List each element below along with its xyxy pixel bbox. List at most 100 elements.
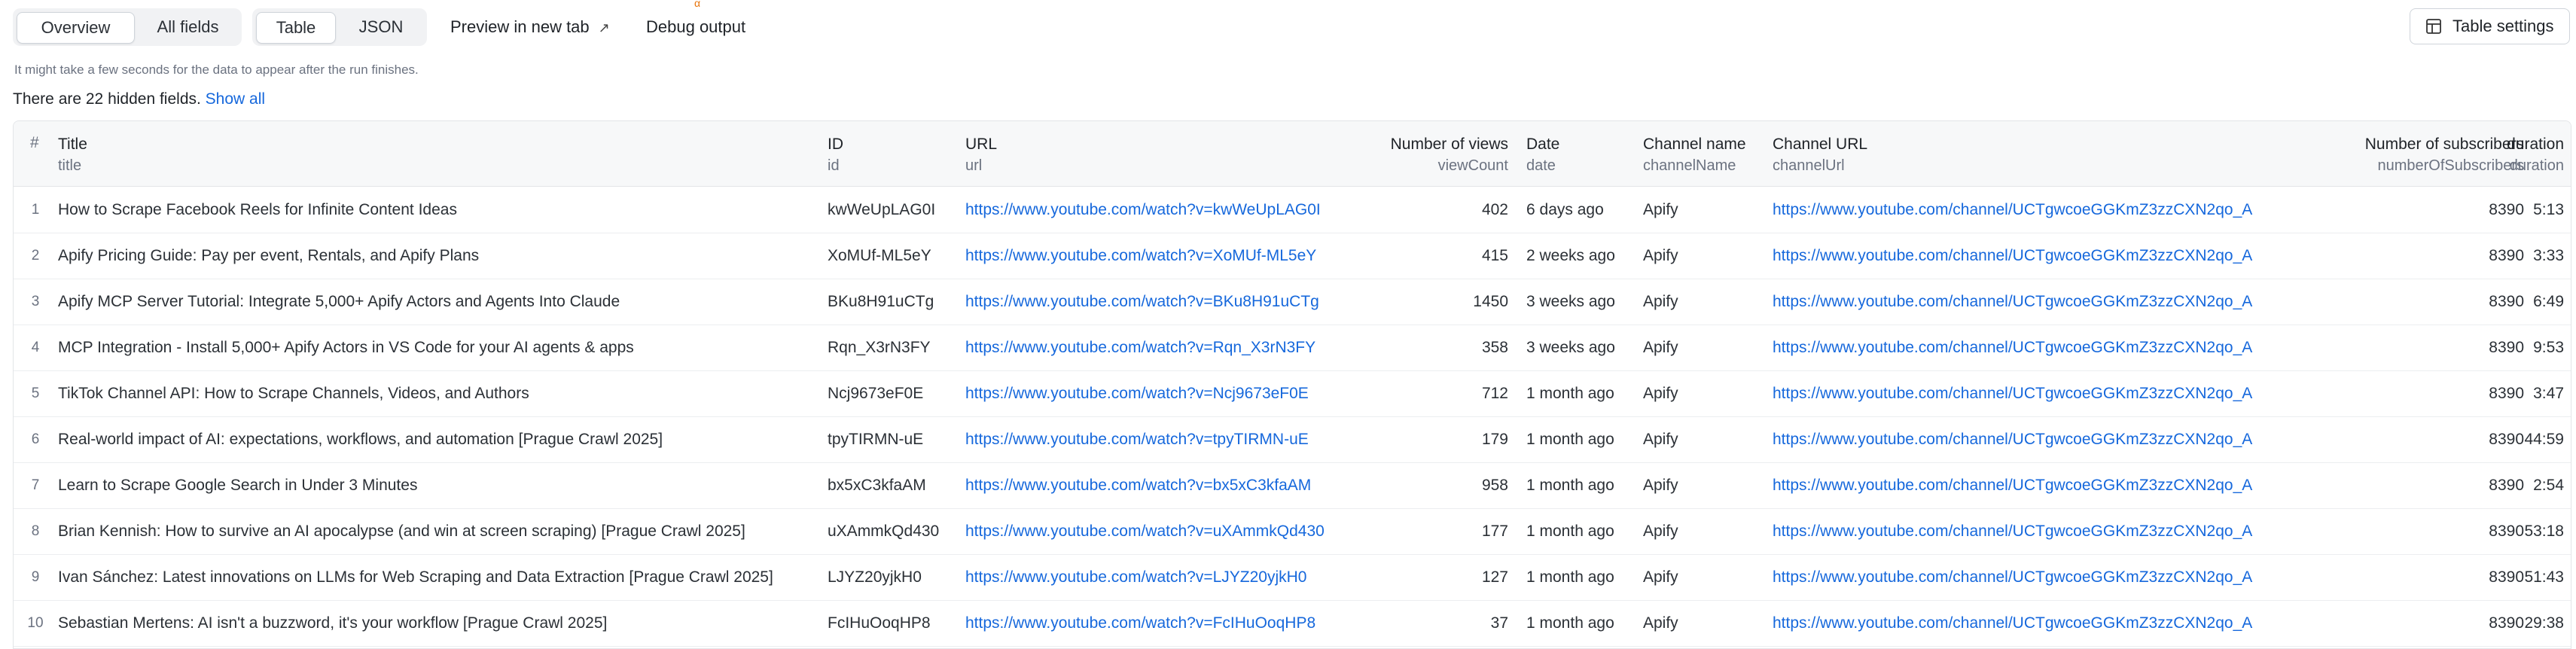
cell-id: Rqn_X3rN3FY [828, 339, 931, 356]
row-number: 1 [31, 202, 40, 218]
table-row[interactable]: 9 Ivan Sánchez: Latest innovations on LLM… [14, 554, 2571, 601]
table-header: # Title title ID id URL url Number of views… [14, 121, 2571, 187]
cell-channel-url-link[interactable]: https://www.youtube.com/channel/UCTgwcoe… [1773, 279, 2252, 324]
table-row[interactable]: 4 MCP Integration - Install 5,000+ Apify … [14, 324, 2571, 371]
cell-id: kwWeUpLAG0I [828, 201, 936, 218]
cell-view-count: 358 [1481, 339, 1508, 356]
cell-channel-name: Apify [1643, 385, 1678, 402]
cell-title: Real-world impact of AI: expectations, w… [58, 431, 663, 448]
external-link-arrow-icon: ↗ [598, 20, 610, 35]
cell-view-count: 177 [1481, 523, 1508, 540]
cell-channel-url-link[interactable]: https://www.youtube.com/channel/UCTgwcoe… [1773, 508, 2252, 554]
cell-view-count: 179 [1481, 431, 1508, 448]
cell-subscribers: 8390 [2489, 431, 2524, 448]
column-header-id[interactable]: ID id [828, 134, 843, 176]
cell-date: 1 month ago [1526, 614, 1614, 632]
cell-channel-url-link[interactable]: https://www.youtube.com/channel/UCTgwcoe… [1773, 187, 2252, 233]
table-settings-label: Table settings [2453, 17, 2554, 35]
cell-url-link[interactable]: https://www.youtube.com/watch?v=tpyTIRMN… [965, 416, 1309, 462]
cell-url-link[interactable]: https://www.youtube.com/watch?v=FcIHuOoq… [965, 600, 1315, 646]
row-number: 7 [31, 477, 40, 493]
tab-table[interactable]: Table [256, 12, 336, 44]
cell-date: 1 month ago [1526, 523, 1614, 540]
toolbar: Overview All fields Table JSON Preview i… [0, 0, 2576, 56]
cell-subscribers: 8390 [2489, 339, 2524, 356]
cell-duration: 3:47 [2533, 385, 2564, 402]
cell-subscribers: 8390 [2489, 523, 2524, 540]
cell-id: Ncj9673eF0E [828, 385, 924, 402]
cell-url-link[interactable]: https://www.youtube.com/watch?v=LJYZ20yj… [965, 554, 1306, 600]
table-row[interactable]: 2 Apify Pricing Guide: Pay per event, Ren… [14, 233, 2571, 279]
show-all-link[interactable]: Show all [206, 90, 265, 108]
cell-url-link[interactable]: https://www.youtube.com/watch?v=uXAmmkQd… [965, 508, 1325, 554]
cell-channel-name: Apify [1643, 431, 1678, 448]
tab-overview[interactable]: Overview [17, 12, 135, 44]
table-row[interactable]: 8 Brian Kennish: How to survive an AI apo… [14, 508, 2571, 555]
cell-channel-url-link[interactable]: https://www.youtube.com/channel/UCTgwcoe… [1773, 233, 2252, 279]
cell-url-link[interactable]: https://www.youtube.com/watch?v=Ncj9673e… [965, 370, 1309, 416]
cell-channel-url-link[interactable]: https://www.youtube.com/channel/UCTgwcoe… [1773, 462, 2252, 508]
row-number: 9 [31, 569, 40, 585]
column-header-channel-url[interactable]: Channel URL channelUrl [1773, 134, 1867, 176]
cell-duration: 53:18 [2524, 523, 2564, 540]
cell-subscribers: 8390 [2489, 614, 2524, 632]
row-number-header: # [30, 134, 39, 151]
cell-duration: 9:53 [2533, 339, 2564, 356]
table-row[interactable]: 1 How to Scrape Facebook Reels for Infini… [14, 187, 2571, 233]
cell-id: uXAmmkQd430 [828, 523, 940, 540]
row-number: 10 [27, 615, 44, 631]
column-header-title[interactable]: Title title [58, 134, 87, 176]
cell-url-link[interactable]: https://www.youtube.com/watch?v=BKu8H91u… [965, 279, 1319, 324]
cell-title: Sebastian Mertens: AI isn't a buzzword, … [58, 614, 608, 632]
cell-duration: 6:49 [2533, 293, 2564, 310]
column-header-date[interactable]: Date date [1526, 134, 1559, 176]
column-header-views[interactable]: Number of views viewCount [1294, 134, 1508, 176]
column-header-url[interactable]: URL url [965, 134, 997, 176]
column-header-subscribers[interactable]: Number of subscribers numberOfSubscribers [2257, 134, 2524, 176]
table-icon [2426, 19, 2441, 34]
table-row[interactable]: 5 TikTok Channel API: How to Scrape Chann… [14, 370, 2571, 417]
cell-view-count: 1450 [1473, 293, 1508, 310]
format-segmented-control: Table JSON [252, 8, 427, 46]
cell-channel-url-link[interactable]: https://www.youtube.com/channel/UCTgwcoe… [1773, 370, 2252, 416]
preview-in-new-tab-button[interactable]: Preview in new tab ↗ [450, 8, 610, 46]
cell-id: XoMUf-ML5eY [828, 247, 931, 264]
table-row[interactable]: 3 Apify MCP Server Tutorial: Integrate 5,… [14, 279, 2571, 325]
cell-date: 1 month ago [1526, 568, 1614, 586]
cell-channel-url-link[interactable]: https://www.youtube.com/channel/UCTgwcoe… [1773, 416, 2252, 462]
column-header-channel-name[interactable]: Channel name channelName [1643, 134, 1746, 176]
row-number: 2 [31, 248, 40, 264]
cell-channel-name: Apify [1643, 614, 1678, 632]
cell-channel-name: Apify [1643, 477, 1678, 494]
cell-channel-url-link[interactable]: https://www.youtube.com/channel/UCTgwcoe… [1773, 600, 2252, 646]
column-header-duration[interactable]: duration duration [2492, 134, 2564, 176]
debug-output-button[interactable]: Debug output α [646, 0, 745, 46]
row-number: 4 [31, 340, 40, 355]
cell-duration: 2:54 [2533, 477, 2564, 494]
preview-label: Preview in new tab [450, 17, 590, 36]
row-number: 8 [31, 523, 40, 539]
tab-json[interactable]: JSON [341, 12, 421, 42]
cell-url-link[interactable]: https://www.youtube.com/watch?v=bx5xC3kf… [965, 462, 1311, 508]
cell-view-count: 37 [1490, 614, 1508, 632]
cell-duration: 44:59 [2524, 431, 2564, 448]
table-row[interactable]: 6 Real-world impact of AI: expectations, … [14, 416, 2571, 463]
cell-subscribers: 8390 [2489, 293, 2524, 310]
tab-all-fields[interactable]: All fields [141, 12, 235, 42]
cell-channel-url-link[interactable]: https://www.youtube.com/channel/UCTgwcoe… [1773, 554, 2252, 600]
cell-url-link[interactable]: https://www.youtube.com/watch?v=Rqn_X3rN… [965, 324, 1315, 370]
cell-title: Apify Pricing Guide: Pay per event, Rent… [58, 247, 480, 264]
cell-view-count: 415 [1481, 247, 1508, 264]
table-row[interactable]: 7 Learn to Scrape Google Search in Under … [14, 462, 2571, 509]
cell-date: 2 weeks ago [1526, 247, 1615, 264]
table-settings-button[interactable]: Table settings [2410, 8, 2570, 44]
cell-date: 3 weeks ago [1526, 293, 1615, 310]
hidden-fields-notice: There are 22 hidden fields. Show all [13, 90, 265, 108]
cell-url-link[interactable]: https://www.youtube.com/watch?v=kwWeUpLA… [965, 187, 1321, 233]
cell-date: 6 days ago [1526, 201, 1604, 218]
cell-duration: 5:13 [2533, 201, 2564, 218]
cell-channel-url-link[interactable]: https://www.youtube.com/channel/UCTgwcoe… [1773, 324, 2252, 370]
cell-channel-name: Apify [1643, 293, 1678, 310]
view-segmented-control: Overview All fields [13, 8, 242, 46]
cell-url-link[interactable]: https://www.youtube.com/watch?v=XoMUf-ML… [965, 233, 1316, 279]
